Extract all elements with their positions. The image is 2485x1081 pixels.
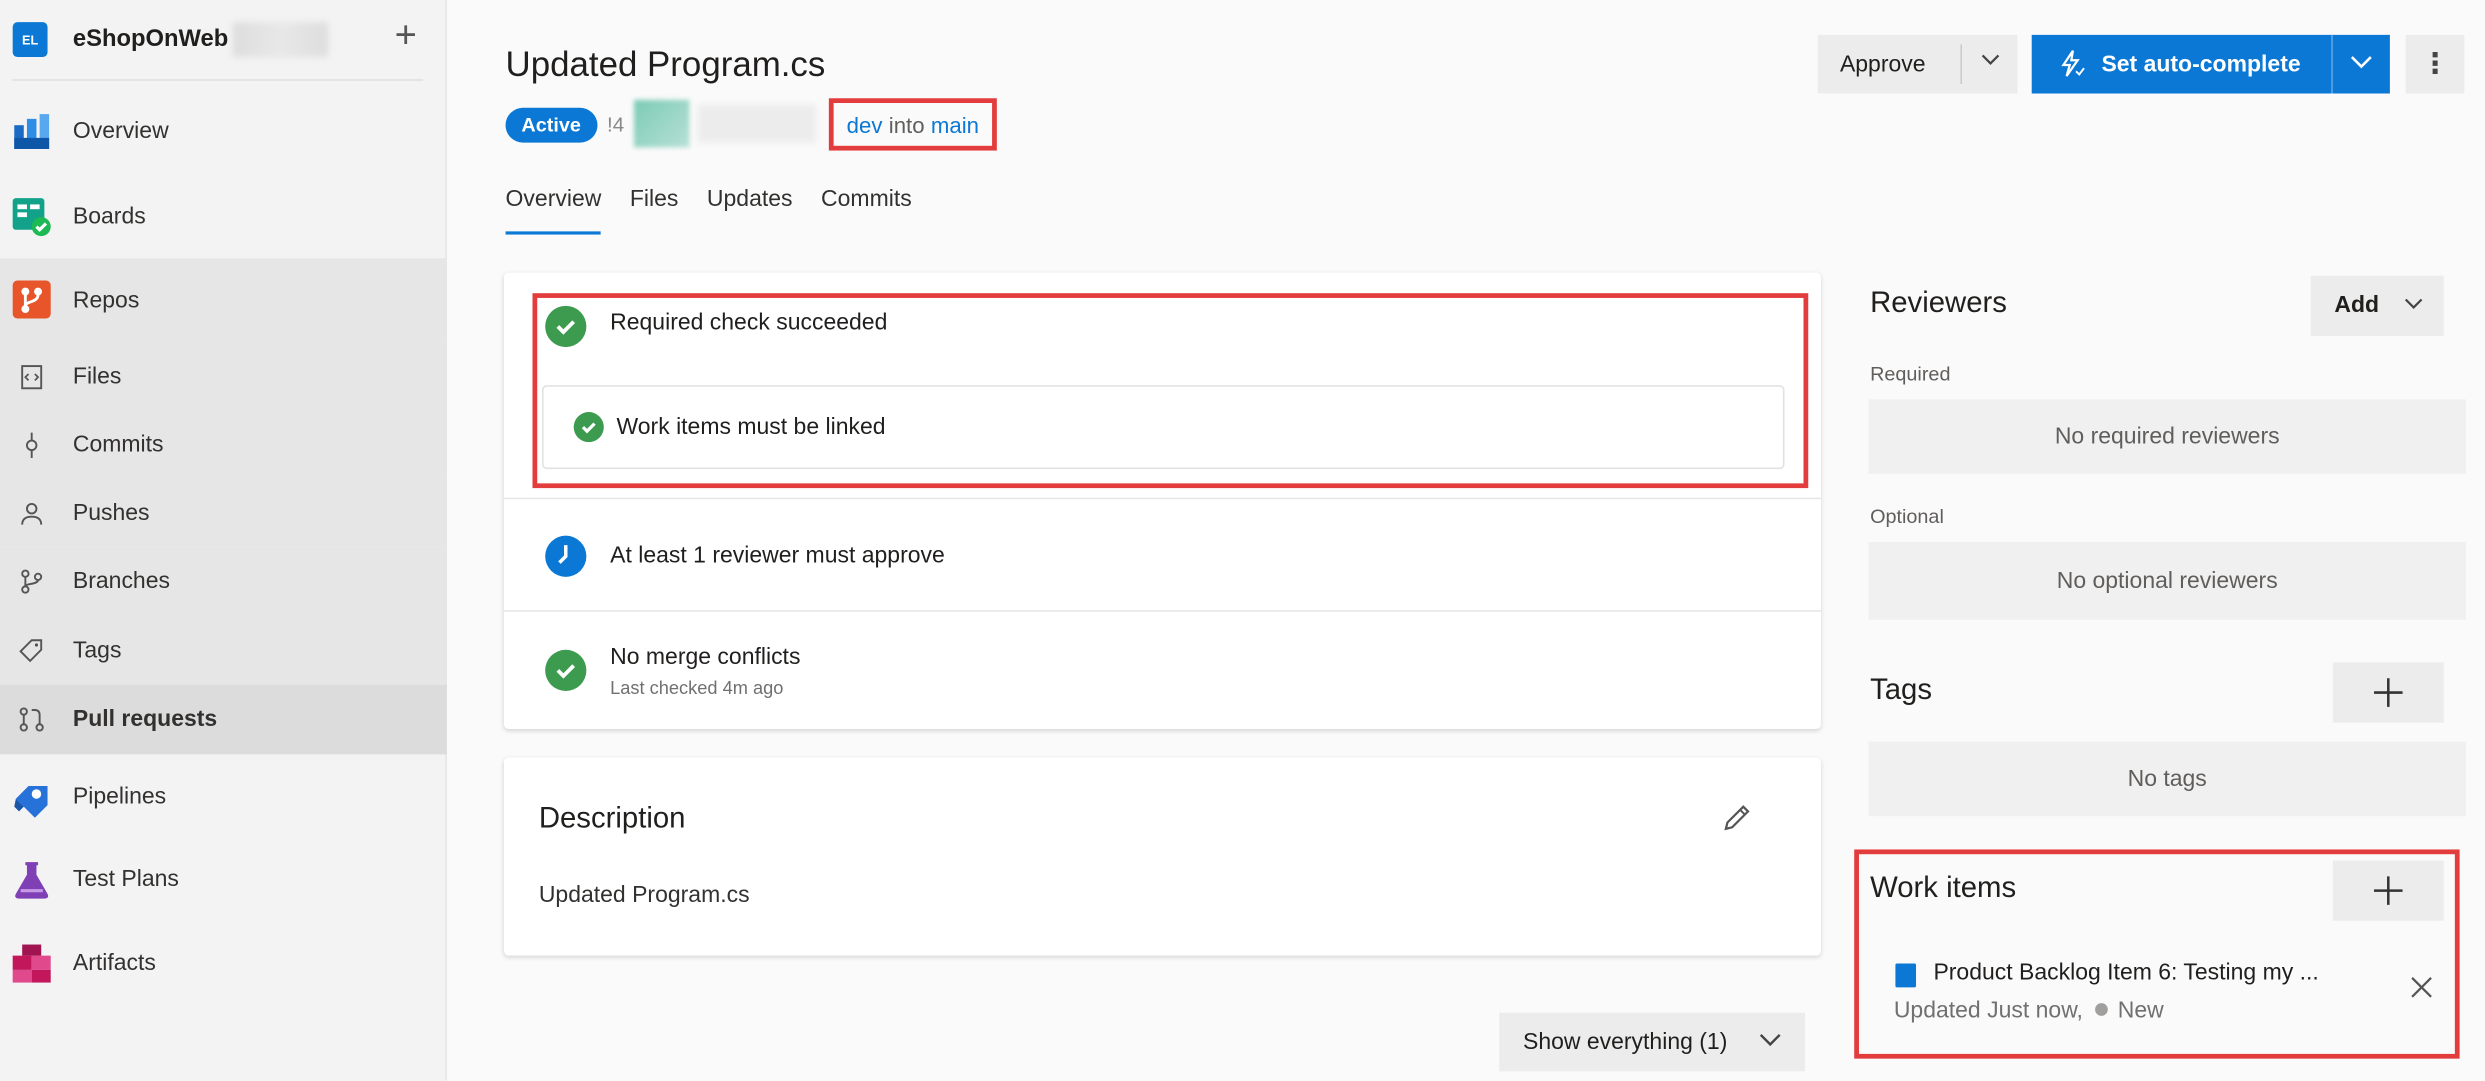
sidebar-item-tags[interactable]: Tags (0, 616, 447, 685)
push-icon (17, 498, 46, 527)
reviewers-title: Reviewers (1870, 285, 2007, 319)
target-branch-link[interactable]: main (931, 112, 979, 137)
redacted-avatar (633, 99, 690, 148)
chevron-down-icon (1758, 1027, 1783, 1059)
sidebar-item-label: Boards (72, 204, 146, 230)
divider (503, 497, 1821, 500)
approve-label: Approve (1839, 51, 1926, 77)
edit-pencil-icon[interactable] (1720, 800, 1755, 835)
required-reviewers-empty: No required reviewers (1868, 399, 2466, 474)
plus-icon (2374, 678, 2403, 707)
tab-overview[interactable]: Overview (505, 187, 603, 235)
show-everything-label: Show everything (1) (1522, 1029, 1728, 1055)
file-code-icon (17, 362, 46, 391)
auto-complete-icon (2057, 49, 2086, 78)
pull-request-icon (17, 705, 46, 734)
approve-button[interactable]: Approve (1817, 34, 2018, 94)
sidebar-item-pull-requests[interactable]: Pull requests (0, 684, 447, 755)
sidebar-item-pushes[interactable]: Pushes (0, 478, 447, 547)
sidebar-item-label: Pull requests (72, 706, 218, 733)
sidebar-item-branches[interactable]: Branches (0, 546, 447, 617)
into-label: into (888, 111, 925, 138)
divider (503, 610, 1821, 612)
auto-complete-label: Set auto-complete (2101, 51, 2301, 77)
sidebar-item-label: Artifacts (72, 950, 156, 977)
project-avatar[interactable]: EL (12, 22, 48, 58)
sidebar-item-label: Pushes (72, 500, 150, 526)
sidebar-item-files[interactable]: Files (0, 342, 447, 411)
project-header: EL eShopOnWeb + (0, 0, 447, 79)
sidebar-item-label: Files (72, 363, 122, 390)
optional-label: Optional (1870, 505, 1944, 528)
sidebar-item-label: Pipelines (72, 784, 167, 810)
test-plans-icon (11, 859, 52, 900)
sidebar-item-repos[interactable]: Repos (0, 258, 447, 343)
sidebar-item-label: Overview (72, 118, 169, 145)
sidebar-item-label: Branches (72, 568, 170, 595)
last-checked-text: Last checked 4m ago (610, 679, 784, 699)
page-title: Updated Program.cs (505, 44, 826, 84)
description-body: Updated Program.cs (538, 882, 750, 909)
chevron-down-icon (2403, 292, 2425, 321)
set-auto-complete-button[interactable]: Set auto-complete (2031, 34, 2390, 94)
pipelines-icon (11, 777, 52, 818)
show-everything-button[interactable]: Show everything (1) (1499, 1012, 1806, 1072)
description-title: Description (538, 800, 686, 834)
status-badge: Active (505, 107, 597, 143)
divider (2331, 34, 2333, 94)
tab-files[interactable]: Files (630, 187, 679, 235)
tab-bar: Overview Files Updates Commits (505, 187, 941, 235)
add-label: Add (2334, 293, 2380, 319)
status-checks-card: Required check succeeded Work items must… (503, 272, 1821, 730)
sidebar-item-boards[interactable]: Boards (0, 197, 447, 238)
success-check-icon (545, 649, 587, 691)
branch-icon (17, 567, 46, 596)
required-label: Required (1870, 362, 1951, 386)
sidebar-item-label: Test Plans (72, 866, 179, 893)
sidebar-item-label: Tags (72, 637, 122, 664)
boards-icon (11, 197, 52, 238)
clock-icon (545, 535, 587, 577)
tag-icon (17, 636, 46, 665)
more-options-button[interactable]: ⋮ (2405, 34, 2465, 94)
chevron-down-icon[interactable] (2349, 49, 2374, 81)
tags-title: Tags (1870, 671, 1932, 706)
source-branch-link[interactable]: dev (847, 112, 883, 137)
project-name[interactable]: eShopOnWeb (73, 25, 228, 52)
redacted-region (232, 22, 329, 58)
sidebar-item-commits[interactable]: Commits (0, 410, 447, 479)
description-card: Description Updated Program.cs (503, 757, 1821, 956)
divider (12, 79, 424, 81)
sidebar-item-artifacts[interactable]: Artifacts (0, 943, 447, 984)
tags-empty: No tags (1868, 741, 2466, 817)
redacted-author (697, 104, 817, 143)
reviewer-policy-text: At least 1 reviewer must approve (610, 543, 945, 569)
sidebar-item-test-plans[interactable]: Test Plans (0, 859, 447, 900)
tab-commits[interactable]: Commits (821, 187, 912, 235)
artifacts-icon (11, 943, 52, 984)
branch-info: dev into main (828, 98, 997, 151)
sidebar-item-overview[interactable]: Overview (0, 111, 447, 152)
add-project-button[interactable]: + (387, 15, 425, 60)
commit-icon (17, 430, 46, 459)
highlight-box (1854, 849, 2460, 1059)
repos-icon (11, 279, 52, 320)
highlight-box (532, 293, 1809, 489)
tab-updates[interactable]: Updates (707, 187, 793, 235)
divider (1960, 44, 1962, 84)
sidebar-item-pipelines[interactable]: Pipelines (0, 777, 447, 818)
merge-conflicts-text: No merge conflicts (610, 645, 801, 671)
overview-icon (11, 111, 52, 152)
pr-id: !4 (606, 112, 625, 137)
add-reviewer-button[interactable]: Add (2310, 275, 2444, 336)
optional-reviewers-empty: No optional reviewers (1868, 542, 2466, 620)
sidebar-item-label: Commits (72, 431, 164, 458)
main-content: Updated Program.cs Active !4 dev into ma… (448, 0, 2485, 1081)
chevron-down-icon[interactable] (1979, 48, 2001, 75)
sidebar: EL eShopOnWeb + Overview Boards Repos Fi… (0, 0, 447, 1081)
sidebar-item-label: Repos (72, 287, 140, 313)
add-tag-button[interactable] (2332, 662, 2444, 723)
